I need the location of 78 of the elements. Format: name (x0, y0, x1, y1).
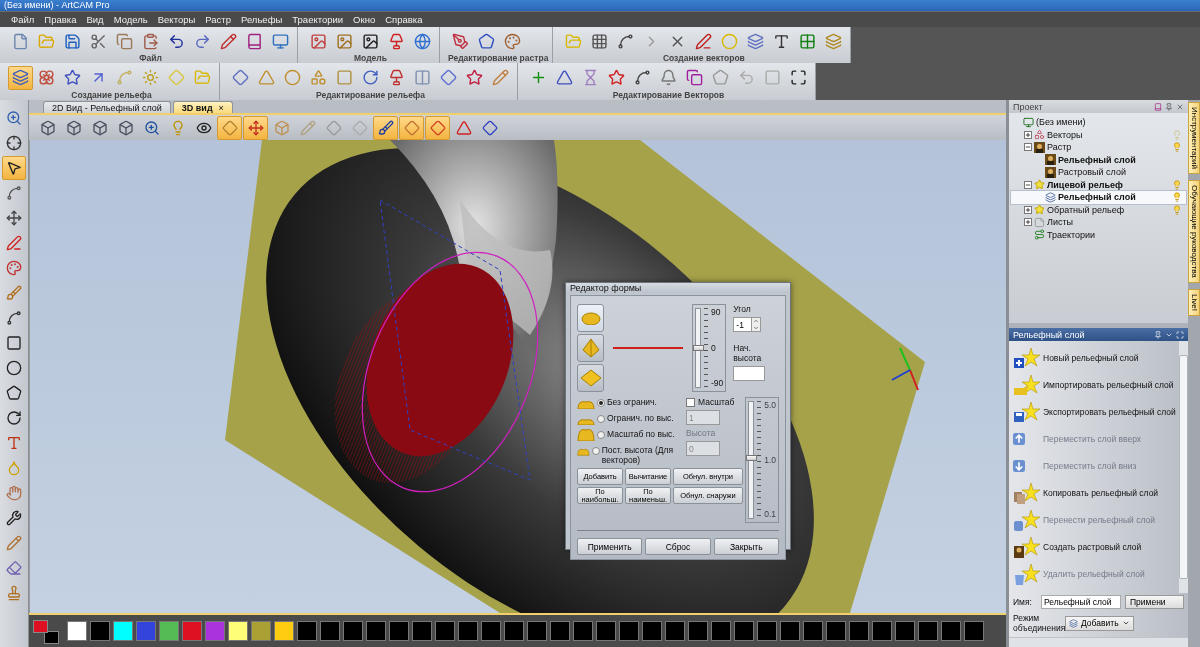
radio-label: Масштаб по выс. (607, 429, 675, 439)
layer-action[interactable]: Копировать рельефный слой (1013, 479, 1176, 506)
tick-label: 1.0 (764, 455, 776, 465)
radio-label: Огранич. по выс. (607, 413, 674, 423)
tree-item-label: Обратный рельеф (1047, 204, 1126, 215)
tree-item-label: Растровый слой (1058, 167, 1127, 178)
tree-item[interactable]: Обратный рельеф (1011, 203, 1186, 216)
toolbar-group-label: Редактирование рельефа (314, 90, 427, 100)
tree-item-label: (Без имени) (1036, 117, 1087, 128)
toolbar-group-label: Редактирование растра (448, 53, 549, 63)
tree-item[interactable]: Растр (1011, 141, 1186, 154)
toolbar-group-label: Редактирование Векторов (611, 90, 726, 100)
layer-action[interactable]: Импортировать рельефный слой (1013, 371, 1176, 398)
radio-label: Пост. высота (Для векторов) (601, 445, 675, 465)
tree-item[interactable]: Листы (1011, 216, 1186, 229)
tick-label: 5.0 (764, 401, 776, 410)
menu-item[interactable]: Рельефы (236, 14, 288, 25)
tree-item[interactable]: Рельефный слой (1011, 191, 1186, 204)
blend-mode-dropdown[interactable]: Добавить (1065, 615, 1134, 631)
menu-item[interactable]: Справка (380, 14, 428, 25)
menu-item[interactable]: Окно (348, 14, 381, 25)
tree-item[interactable]: Растровый слой (1011, 166, 1186, 179)
toolbar-group-label: Файл (138, 53, 163, 63)
tick-label: 0.1 (764, 510, 776, 519)
tree-item-label: Растр (1047, 142, 1073, 153)
tree-item[interactable]: (Без имени) (1011, 116, 1186, 129)
side-tab[interactable]: Live! (1188, 288, 1200, 316)
name-label: Имя: (1013, 597, 1033, 607)
angle-field[interactable]: -1 (733, 317, 753, 332)
dialog-button[interactable]: Сброс (645, 538, 711, 555)
dialog-button[interactable]: Применить (577, 538, 643, 555)
menu-item[interactable]: Правка (39, 14, 82, 25)
height-label: Высота (686, 428, 717, 438)
angle-slider[interactable]: 90 0 -90 (692, 304, 727, 392)
layer-action[interactable]: Новый рельефный слой (1013, 344, 1176, 371)
panel-title: Проект (1013, 101, 1043, 112)
view-tab[interactable]: 2D Вид - Рельефный слой (43, 101, 171, 113)
tree-item-label: Траектории (1047, 229, 1097, 240)
name-field[interactable]: Рельефный слой (1041, 595, 1121, 609)
side-tab[interactable]: Обучающие руководства (1188, 179, 1200, 283)
toolbar-group-label: Создание векторов (661, 53, 746, 63)
tab-label: 2D Вид - Рельефный слой (52, 102, 162, 113)
tab-label: 3D вид (181, 102, 213, 113)
menu-item[interactable]: Растр (200, 14, 236, 25)
tree-item[interactable]: Лицевой рельеф (1011, 178, 1186, 191)
tick-label: -90 (711, 379, 724, 388)
panel-title: Рельефный слой (1013, 329, 1085, 340)
apply-button[interactable]: Примени (1125, 595, 1184, 609)
toolbar-group-label: Модель (353, 53, 388, 63)
dialog-button[interactable]: Закрыть (713, 538, 779, 555)
radio-label: Без огранич. (607, 397, 657, 407)
tree-item-label: Лицевой рельеф (1047, 179, 1124, 190)
menu-item[interactable]: Векторы (152, 14, 201, 25)
menu-item[interactable]: Модель (108, 14, 153, 25)
menu-item[interactable]: Файл (6, 14, 40, 25)
menu-item[interactable]: Траектории (287, 14, 349, 25)
view-tab[interactable]: 3D вид × (172, 101, 233, 113)
toolbar-group-label: Создание рельефа (70, 90, 153, 100)
tree-item-label: Рельефный слой (1058, 192, 1137, 203)
tree-item-label: Листы (1047, 217, 1075, 228)
layer-action[interactable]: Создать растровый слой (1013, 533, 1176, 560)
dialog-title: Редактор формы (570, 283, 642, 293)
start-height-label: Нач. высота (733, 343, 763, 363)
layer-action[interactable]: Экспортировать рельефный слой (1013, 398, 1176, 425)
angle-label: Угол (733, 304, 752, 314)
side-tab[interactable]: Инструментарий (1188, 102, 1200, 174)
tree-item-label: Векторы (1047, 129, 1084, 140)
tree-item[interactable]: Траектории (1011, 228, 1186, 241)
checkbox-label: Масштаб (698, 397, 735, 407)
window-title: (Без имени) - ArtCAM Pro (4, 0, 110, 11)
scale-slider[interactable]: 5.0 1.0 0.1 (745, 397, 779, 523)
tree-item-label: Рельефный слой (1058, 154, 1137, 165)
tick-label: 90 (711, 308, 722, 317)
tree-item[interactable]: Рельефный слой (1011, 153, 1186, 166)
tree-item[interactable]: Векторы (1011, 128, 1186, 141)
close-icon[interactable]: × (218, 102, 224, 113)
tick-label: 0 (711, 343, 717, 353)
menu-item[interactable]: Вид (81, 14, 109, 25)
